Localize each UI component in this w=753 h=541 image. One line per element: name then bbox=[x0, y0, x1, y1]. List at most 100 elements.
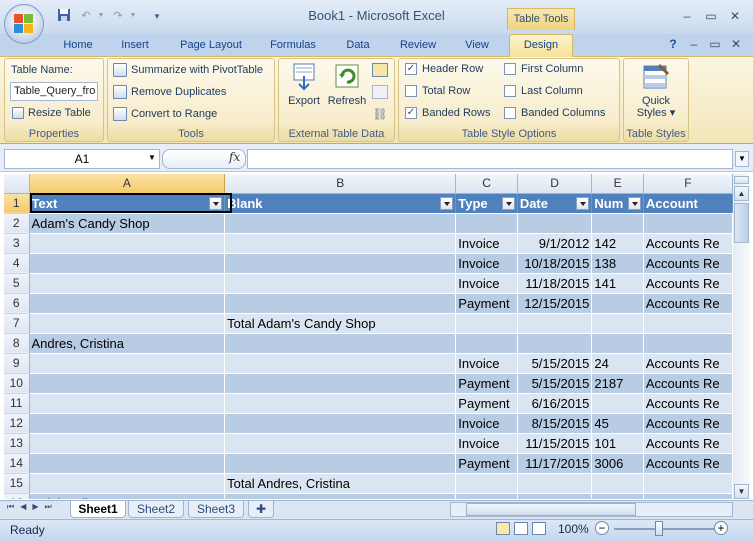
tab-insert[interactable]: Insert bbox=[110, 36, 160, 56]
sheet-nav-icons[interactable]: ⏮◀▶⏭ bbox=[7, 502, 58, 512]
table-cell[interactable] bbox=[224, 433, 457, 454]
table-cell[interactable]: Accounts Re bbox=[643, 393, 733, 414]
properties-icon[interactable] bbox=[372, 63, 388, 77]
table-cell[interactable]: 142 bbox=[591, 233, 644, 254]
filter-dropdown-icon[interactable] bbox=[209, 196, 223, 210]
row-header[interactable]: 6 bbox=[4, 293, 30, 314]
table-cell[interactable]: Accounts Re bbox=[643, 453, 733, 474]
table-cell[interactable]: Invoice bbox=[455, 353, 518, 374]
workbook-minimize-icon[interactable]: – bbox=[686, 36, 702, 52]
table-cell[interactable] bbox=[29, 233, 226, 254]
tab-review[interactable]: Review bbox=[390, 36, 446, 56]
row-header[interactable]: 2 bbox=[4, 213, 30, 234]
table-cell[interactable]: Payment bbox=[455, 393, 518, 414]
remove-duplicates-button[interactable]: Remove Duplicates bbox=[113, 85, 226, 99]
table-cell[interactable]: Andres, Cristina bbox=[29, 333, 226, 354]
tab-home[interactable]: Home bbox=[54, 36, 102, 56]
table-cell[interactable] bbox=[643, 493, 733, 499]
banded-rows-checkbox[interactable]: ✓ Banded Rows bbox=[405, 107, 491, 120]
expand-formula-bar-icon[interactable]: ▼ bbox=[735, 151, 749, 167]
table-cell[interactable]: Accounts Re bbox=[643, 413, 733, 434]
table-cell[interactable] bbox=[29, 453, 226, 474]
table-cell[interactable] bbox=[517, 473, 593, 494]
row-header[interactable]: 7 bbox=[4, 313, 30, 334]
header-cell[interactable]: Date bbox=[517, 193, 593, 214]
header-cell[interactable]: Text bbox=[29, 193, 226, 214]
table-cell[interactable] bbox=[224, 213, 457, 234]
table-cell[interactable]: 10/18/2015 bbox=[517, 253, 593, 274]
tab-page-layout[interactable]: Page Layout bbox=[170, 36, 252, 56]
split-box[interactable] bbox=[734, 176, 749, 184]
workbook-restore-icon[interactable]: ▭ bbox=[707, 36, 723, 52]
table-cell[interactable] bbox=[29, 433, 226, 454]
row-header[interactable]: 11 bbox=[4, 393, 30, 414]
open-in-browser-icon[interactable] bbox=[372, 85, 388, 99]
maximize-icon[interactable]: ▭ bbox=[703, 8, 719, 24]
zoom-in-icon[interactable]: + bbox=[714, 521, 728, 535]
refresh-button[interactable]: Refresh bbox=[327, 62, 367, 107]
row-header[interactable]: 13 bbox=[4, 433, 30, 454]
convert-to-range-button[interactable]: Convert to Range bbox=[113, 107, 217, 121]
table-cell[interactable] bbox=[29, 313, 226, 334]
sheet-tab-sheet3[interactable]: Sheet3 bbox=[188, 501, 244, 518]
table-cell[interactable] bbox=[224, 493, 457, 499]
table-cell[interactable] bbox=[591, 213, 644, 234]
resize-table-button[interactable]: Resize Table bbox=[12, 107, 91, 120]
table-cell[interactable] bbox=[455, 313, 518, 334]
page-break-view-icon[interactable] bbox=[532, 522, 546, 535]
table-cell[interactable] bbox=[224, 393, 457, 414]
zoom-level[interactable]: 100% bbox=[558, 522, 589, 536]
name-box[interactable]: A1 bbox=[4, 149, 160, 169]
sheet-tab-sheet2[interactable]: Sheet2 bbox=[128, 501, 184, 518]
table-cell[interactable]: Adam's Candy Shop bbox=[29, 213, 226, 234]
table-cell[interactable] bbox=[591, 473, 644, 494]
tab-view[interactable]: View bbox=[454, 36, 500, 56]
insert-function-icon[interactable]: fx bbox=[229, 150, 240, 164]
table-cell[interactable]: 8/15/2015 bbox=[517, 413, 593, 434]
minimize-icon[interactable]: – bbox=[679, 8, 695, 24]
name-box-dropdown-icon[interactable]: ▼ bbox=[148, 153, 156, 162]
header-row-checkbox[interactable]: ✓ Header Row bbox=[405, 63, 483, 76]
row-header[interactable]: 15 bbox=[4, 473, 30, 494]
row-header[interactable]: 4 bbox=[4, 253, 30, 274]
table-cell[interactable] bbox=[517, 493, 593, 499]
worksheet-grid[interactable]: A B C D E F 1 Text Blank Type Date Num A… bbox=[4, 174, 733, 499]
banded-columns-checkbox[interactable]: Banded Columns bbox=[504, 107, 605, 120]
header-cell[interactable]: Type bbox=[455, 193, 518, 214]
table-cell[interactable] bbox=[455, 473, 518, 494]
row-header[interactable]: 14 bbox=[4, 453, 30, 474]
table-cell[interactable] bbox=[224, 273, 457, 294]
row-header[interactable]: 3 bbox=[4, 233, 30, 254]
summarize-pivottable-button[interactable]: Summarize with PivotTable bbox=[113, 63, 263, 77]
table-cell[interactable]: Payment bbox=[455, 373, 518, 394]
table-cell[interactable] bbox=[591, 393, 644, 414]
table-cell[interactable] bbox=[224, 413, 457, 434]
table-cell[interactable]: 45 bbox=[591, 413, 644, 434]
table-cell[interactable]: Invoice bbox=[455, 273, 518, 294]
table-cell[interactable]: 9/1/2012 bbox=[517, 233, 593, 254]
table-cell[interactable] bbox=[591, 333, 644, 354]
column-header[interactable]: E bbox=[591, 174, 644, 194]
zoom-out-icon[interactable]: − bbox=[595, 521, 609, 535]
office-button[interactable] bbox=[4, 4, 44, 44]
column-header[interactable]: A bbox=[29, 174, 226, 194]
table-cell[interactable] bbox=[517, 333, 593, 354]
table-cell[interactable] bbox=[591, 313, 644, 334]
table-cell[interactable] bbox=[29, 393, 226, 414]
table-cell[interactable] bbox=[29, 253, 226, 274]
table-cell[interactable] bbox=[517, 213, 593, 234]
column-header[interactable]: C bbox=[455, 174, 518, 194]
table-cell[interactable]: Total Adam's Candy Shop bbox=[224, 313, 457, 334]
table-cell[interactable]: Accounts Re bbox=[643, 433, 733, 454]
table-cell[interactable] bbox=[224, 373, 457, 394]
table-cell[interactable]: 5/15/2015 bbox=[517, 353, 593, 374]
scroll-thumb[interactable] bbox=[734, 203, 749, 243]
table-cell[interactable]: 11/18/2015 bbox=[517, 273, 593, 294]
header-cell[interactable]: Blank bbox=[224, 193, 457, 214]
table-cell[interactable] bbox=[29, 473, 226, 494]
table-cell[interactable]: Accounts Re bbox=[643, 373, 733, 394]
table-cell[interactable] bbox=[643, 213, 733, 234]
close-icon[interactable]: ✕ bbox=[727, 8, 743, 24]
row-header[interactable]: 12 bbox=[4, 413, 30, 434]
table-cell[interactable]: Invoice bbox=[455, 233, 518, 254]
